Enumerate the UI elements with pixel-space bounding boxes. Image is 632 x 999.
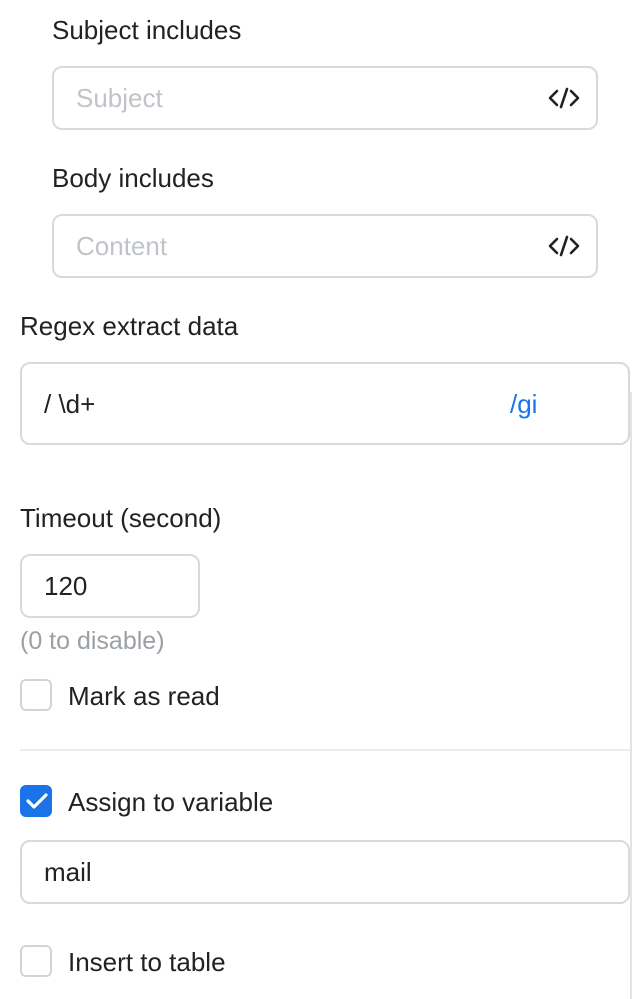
mark-as-read-checkbox[interactable] [20, 679, 52, 711]
regex-flags[interactable]: /gi [510, 388, 537, 420]
assign-to-variable-label[interactable]: Assign to variable [68, 786, 273, 818]
subject-input[interactable]: Subject [52, 66, 598, 130]
section-divider [20, 749, 632, 751]
variable-name-value: mail [44, 857, 92, 887]
body-includes-label: Body includes [52, 163, 214, 193]
check-icon [26, 793, 48, 809]
email-trigger-settings-panel: Subject includes Subject Body includes C… [0, 0, 632, 999]
assign-to-variable-checkbox[interactable] [20, 785, 52, 817]
body-placeholder: Content [76, 231, 168, 261]
variable-name-input[interactable]: mail [20, 840, 630, 904]
regex-input[interactable]: / \d+ /gi [20, 362, 630, 445]
body-input[interactable]: Content [52, 214, 598, 278]
subject-includes-label: Subject includes [52, 15, 242, 45]
timeout-input[interactable]: 120 [20, 554, 200, 618]
regex-extract-label: Regex extract data [20, 311, 239, 341]
insert-to-table-label[interactable]: Insert to table [68, 946, 226, 978]
timeout-hint: (0 to disable) [20, 627, 165, 655]
subject-placeholder: Subject [76, 83, 163, 113]
mark-as-read-label[interactable]: Mark as read [68, 680, 220, 712]
insert-to-table-checkbox[interactable] [20, 945, 52, 977]
regex-value: / \d+ [44, 388, 96, 419]
code-icon[interactable] [548, 86, 580, 110]
timeout-value: 120 [44, 571, 88, 601]
code-icon[interactable] [548, 234, 580, 258]
timeout-label: Timeout (second) [20, 503, 222, 533]
